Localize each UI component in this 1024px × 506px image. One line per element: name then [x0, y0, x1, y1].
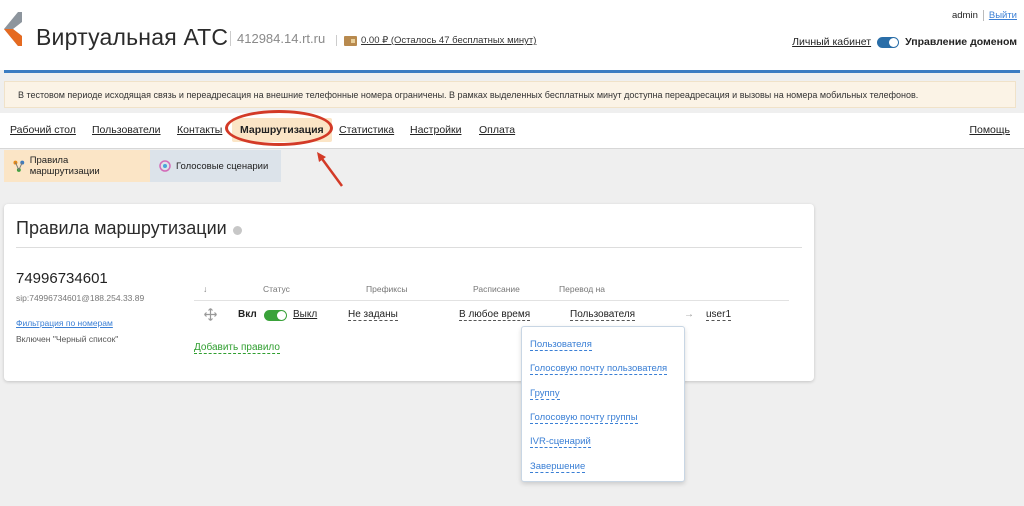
- personal-cabinet-link[interactable]: Личный кабинет: [792, 36, 871, 48]
- nav-statistics[interactable]: Статистика: [339, 124, 394, 136]
- nav-dashboard[interactable]: Рабочий стол: [10, 124, 76, 136]
- annotation-arrow-icon: [317, 152, 344, 187]
- sip-address: sip:74996734601@188.254.33.89: [16, 293, 145, 303]
- drag-handle-icon[interactable]: [204, 308, 217, 321]
- subtabs: Правила маршрутизации Голосовые сценарии: [4, 150, 281, 182]
- nav-users[interactable]: Пользователи: [92, 124, 161, 136]
- user-row: admin Выйти: [952, 10, 1017, 21]
- balance-text: 0.00 ₽ (Осталось 47 бесплатных минут): [361, 35, 537, 46]
- forward-arrow-icon: →: [684, 309, 694, 320]
- rostelecom-logo-icon: [4, 12, 22, 46]
- forward-target[interactable]: user1: [706, 309, 732, 321]
- routing-rules-panel: Правила маршрутизации 74996734601 sip:74…: [4, 204, 814, 381]
- subtab-voice-scenarios-label: Голосовые сценарии: [176, 160, 269, 172]
- nav-help[interactable]: Помощь: [969, 124, 1010, 136]
- column-schedule: Расписание: [473, 284, 520, 294]
- column-status: Статус: [263, 284, 290, 294]
- status-on-label[interactable]: Вкл: [238, 309, 257, 320]
- username: admin: [951, 10, 978, 21]
- dropdown-option-end[interactable]: Завершение: [530, 461, 586, 473]
- logout-link[interactable]: Выйти: [989, 10, 1017, 21]
- routing-icon: [13, 160, 25, 172]
- column-forward: Перевод на: [559, 284, 605, 294]
- phone-number: 74996734601: [16, 270, 108, 287]
- nav-payment[interactable]: Оплата: [479, 124, 515, 136]
- subtab-voice-scenarios[interactable]: Голосовые сценарии: [150, 150, 281, 182]
- domain-name: 412984.14.rt.ru: [230, 31, 325, 46]
- dropdown-option-group[interactable]: Группу: [530, 388, 560, 400]
- forward-type-dropdown: Пользователя Голосовую почту пользовател…: [521, 326, 685, 482]
- panel-divider: [16, 247, 802, 248]
- subtab-routing-rules[interactable]: Правила маршрутизации: [4, 150, 150, 182]
- trial-notice: В тестовом периоде исходящая связь и пер…: [4, 81, 1016, 108]
- domain-control-label: Управление доменом: [905, 36, 1017, 48]
- dropdown-option-user[interactable]: Пользователя: [530, 339, 592, 351]
- status-toggle[interactable]: [264, 310, 287, 321]
- mode-toggle[interactable]: [877, 36, 900, 48]
- main-nav: Рабочий стол Пользователи Контакты Маршр…: [0, 113, 1024, 149]
- dropdown-option-group-voicemail[interactable]: Голосовую почту группы: [530, 412, 638, 424]
- schedule-value[interactable]: В любое время: [459, 309, 531, 321]
- panel-title: Правила маршрутизации: [16, 218, 242, 239]
- wallet-icon: [344, 35, 357, 46]
- cabinet-switch-row: Личный кабинет Управление доменом: [792, 36, 1017, 48]
- dropdown-option-ivr[interactable]: IVR-сценарий: [530, 436, 591, 448]
- blacklist-status: Включен "Черный список": [16, 334, 119, 344]
- balance[interactable]: 0.00 ₽ (Осталось 47 бесплатных минут): [336, 35, 536, 46]
- panel-title-text: Правила маршрутизации: [16, 218, 227, 238]
- number-filter-link[interactable]: Фильтрация по номерам: [16, 318, 113, 328]
- nav-contacts[interactable]: Контакты: [177, 124, 222, 136]
- nav-settings[interactable]: Настройки: [410, 124, 462, 136]
- column-prefixes: Префиксы: [366, 284, 408, 294]
- prefixes-value[interactable]: Не заданы: [348, 309, 398, 321]
- divider: [982, 10, 984, 21]
- forward-type-select[interactable]: Пользователя: [570, 309, 636, 321]
- header: Виртуальная АТС 412984.14.rt.ru 0.00 ₽ (…: [0, 0, 1024, 70]
- add-rule-link[interactable]: Добавить правило: [194, 342, 280, 354]
- sort-arrow-icon[interactable]: ↓: [203, 284, 207, 294]
- highlight-circle: [225, 110, 333, 146]
- app-title: Виртуальная АТС: [36, 24, 229, 50]
- voice-scenario-icon: [159, 160, 171, 172]
- status-off-label[interactable]: Выкл: [293, 309, 317, 320]
- table-header-divider: [194, 300, 789, 301]
- dropdown-option-user-voicemail[interactable]: Голосовую почту пользователя: [530, 363, 668, 375]
- info-icon[interactable]: [232, 225, 242, 235]
- subtab-routing-rules-label: Правила маршрутизации: [29, 155, 100, 177]
- header-divider: [4, 70, 1020, 73]
